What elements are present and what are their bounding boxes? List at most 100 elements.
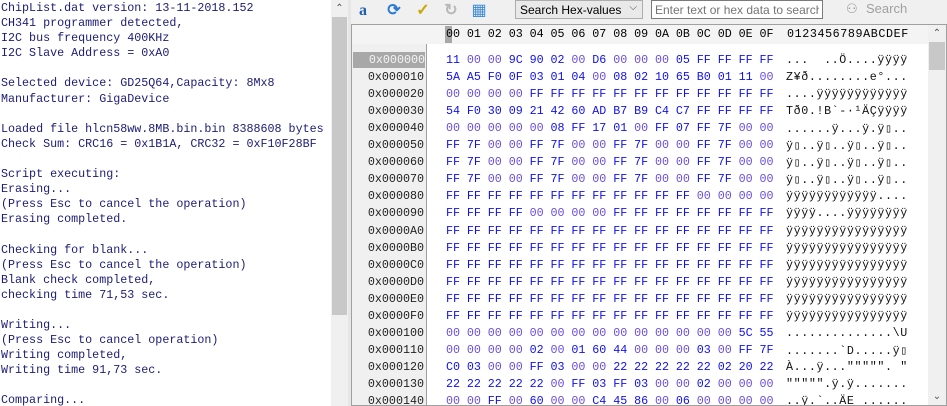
hex-byte[interactable]: 00 (446, 326, 460, 340)
calculator-icon[interactable]: ▦ (469, 1, 489, 21)
hex-byte[interactable]: FF (655, 206, 669, 220)
hex-byte[interactable]: D6 (592, 53, 606, 67)
hex-byte[interactable]: FF (676, 292, 690, 306)
hex-byte[interactable]: 00 (467, 326, 481, 340)
hex-byte[interactable]: 00 (655, 138, 669, 152)
hex-byte[interactable]: 00 (592, 138, 606, 152)
hex-byte[interactable]: 00 (739, 377, 753, 391)
ascii-text[interactable]: ÿ▯..ÿ▯..ÿ▯..ÿ▯.. (786, 138, 908, 153)
hex-byte[interactable]: FF (551, 224, 565, 238)
hex-byte[interactable]: 00 (551, 343, 565, 357)
hex-byte[interactable]: 00 (592, 326, 606, 340)
hex-byte[interactable]: 7F (551, 155, 565, 169)
hex-byte[interactable]: 5A (446, 70, 460, 84)
hex-byte[interactable]: FF (571, 292, 585, 306)
hex-byte[interactable]: FF (551, 189, 565, 203)
hex-byte[interactable]: FF (634, 309, 648, 323)
hex-byte[interactable]: 00 (571, 172, 585, 186)
hex-row[interactable]: 0x000120 C0 03 00 00 FF 03 00 00 22 22 22 22 22 02 20 22… (352, 359, 928, 376)
hex-byte[interactable]: FF (739, 224, 753, 238)
hex-byte[interactable]: FF (697, 309, 711, 323)
hex-byte[interactable]: C4 (592, 394, 606, 405)
hex-byte[interactable]: FF (446, 172, 460, 186)
hex-byte[interactable]: 00 (676, 326, 690, 340)
ascii-text[interactable]: ÿÿÿÿ....ÿÿÿÿÿÿÿÿ (786, 206, 908, 220)
hex-row[interactable]: 0x0000A0 FF FF FF FF FF FF FF FF FF FF FF FF FF FF FF FF… (352, 223, 928, 240)
row-address[interactable]: 0x000060 (352, 155, 424, 169)
hex-byte[interactable]: 00 (697, 326, 711, 340)
hex-row[interactable]: 0x000090 FF FF FF FF 00 00 00 00 FF FF FF FF FF FF FF FF… (352, 205, 928, 222)
hex-byte[interactable]: 04 (571, 70, 585, 84)
hex-byte[interactable]: 00 (676, 155, 690, 169)
hex-row[interactable]: 0x000050 FF 7F 00 00 FF 7F 00 00 FF 7F 00 00 FF 7F 00 00… (352, 137, 928, 154)
hex-byte[interactable]: 00 (509, 87, 523, 101)
hex-view[interactable]: 00 01 02 03 04 05 06 07 08 09 0A 0B 0C 0D 0E 0F 01234567… (351, 24, 947, 406)
hex-byte[interactable]: 00 (634, 343, 648, 357)
hex-byte[interactable]: 00 (509, 394, 523, 405)
hex-byte[interactable]: 7F (718, 172, 732, 186)
hex-byte[interactable]: FF (760, 104, 774, 118)
hex-byte[interactable]: FF (634, 241, 648, 255)
undo-icon[interactable]: ↻ (441, 1, 461, 21)
row-address[interactable]: 0x000050 (352, 138, 424, 152)
hex-byte[interactable]: 00 (551, 206, 565, 220)
hex-byte[interactable]: 00 (488, 155, 502, 169)
hex-byte[interactable]: FF (760, 224, 774, 238)
hex-byte[interactable]: FF (509, 224, 523, 238)
hex-byte[interactable]: 22 (488, 377, 502, 391)
hex-byte[interactable]: FF (613, 309, 627, 323)
hex-row[interactable]: 0x000110 00 00 00 00 02 00 01 60 44 00 00 00 03 00 FF 7F… (352, 342, 928, 359)
hex-byte[interactable]: 7F (760, 343, 774, 357)
hex-byte[interactable]: 45 (613, 394, 627, 405)
hex-byte[interactable]: FF (676, 189, 690, 203)
ascii-text[interactable]: ÿÿÿÿÿÿÿÿÿÿÿÿÿÿÿÿ (786, 241, 908, 255)
hex-byte[interactable]: 00 (760, 70, 774, 84)
row-address[interactable]: 0x000010 (352, 70, 424, 84)
hex-byte[interactable]: 00 (509, 360, 523, 374)
hex-byte[interactable]: FF (739, 309, 753, 323)
hex-byte[interactable]: FF (697, 155, 711, 169)
hex-byte[interactable]: FF (530, 309, 544, 323)
row-address[interactable]: 0x0000A0 (352, 224, 424, 238)
hex-byte[interactable]: FF (592, 189, 606, 203)
hex-byte[interactable]: FF (655, 224, 669, 238)
verify-sum-icon[interactable]: ✓ (413, 1, 433, 21)
ascii-text[interactable]: ÿÿÿÿÿÿÿÿÿÿÿÿÿÿÿÿ (786, 224, 908, 238)
row-address[interactable]: 0x000080 (352, 189, 424, 203)
hex-byte[interactable]: FF (551, 309, 565, 323)
hex-byte[interactable]: 00 (739, 394, 753, 405)
hex-byte[interactable]: FF (446, 258, 460, 272)
hex-byte[interactable]: B7 (613, 104, 627, 118)
hex-scrollbar[interactable]: ⌃ ⌄ (928, 25, 946, 405)
hex-byte[interactable]: FF (467, 258, 481, 272)
hex-byte[interactable]: B9 (634, 104, 648, 118)
hex-byte[interactable]: FF (676, 258, 690, 272)
hex-byte[interactable]: FF (634, 206, 648, 220)
hex-byte[interactable]: FF (592, 224, 606, 238)
hex-byte[interactable]: 55 (760, 326, 774, 340)
hex-byte[interactable]: 00 (760, 121, 774, 135)
hex-byte[interactable]: 00 (571, 155, 585, 169)
hex-byte[interactable]: 00 (488, 121, 502, 135)
hex-byte[interactable]: FF (676, 224, 690, 238)
hex-byte[interactable]: 00 (739, 189, 753, 203)
hex-byte[interactable]: 00 (718, 394, 732, 405)
hex-byte[interactable]: 00 (760, 189, 774, 203)
hex-byte[interactable]: 00 (488, 172, 502, 186)
hex-byte[interactable]: FF (760, 258, 774, 272)
hex-byte[interactable]: FF (446, 292, 460, 306)
ascii-text[interactable]: ......ÿ...ÿ.ÿ▯.. (786, 121, 908, 136)
hex-byte[interactable]: FF (551, 87, 565, 101)
hex-byte[interactable]: FF (613, 292, 627, 306)
hex-byte[interactable]: 00 (592, 70, 606, 84)
hex-byte[interactable]: 01 (571, 343, 585, 357)
hex-byte[interactable]: 00 (676, 377, 690, 391)
row-address[interactable]: 0x0000D0 (352, 275, 424, 289)
hex-byte[interactable]: 00 (551, 326, 565, 340)
hex-byte[interactable]: FF (530, 155, 544, 169)
hex-byte[interactable]: FF (530, 275, 544, 289)
ascii-text[interactable]: Z¥ð........e°... (786, 70, 908, 84)
ascii-text[interactable]: À...ÿ...""""". " (786, 360, 908, 374)
hex-byte[interactable]: FF (467, 275, 481, 289)
hex-byte[interactable]: FF (718, 224, 732, 238)
